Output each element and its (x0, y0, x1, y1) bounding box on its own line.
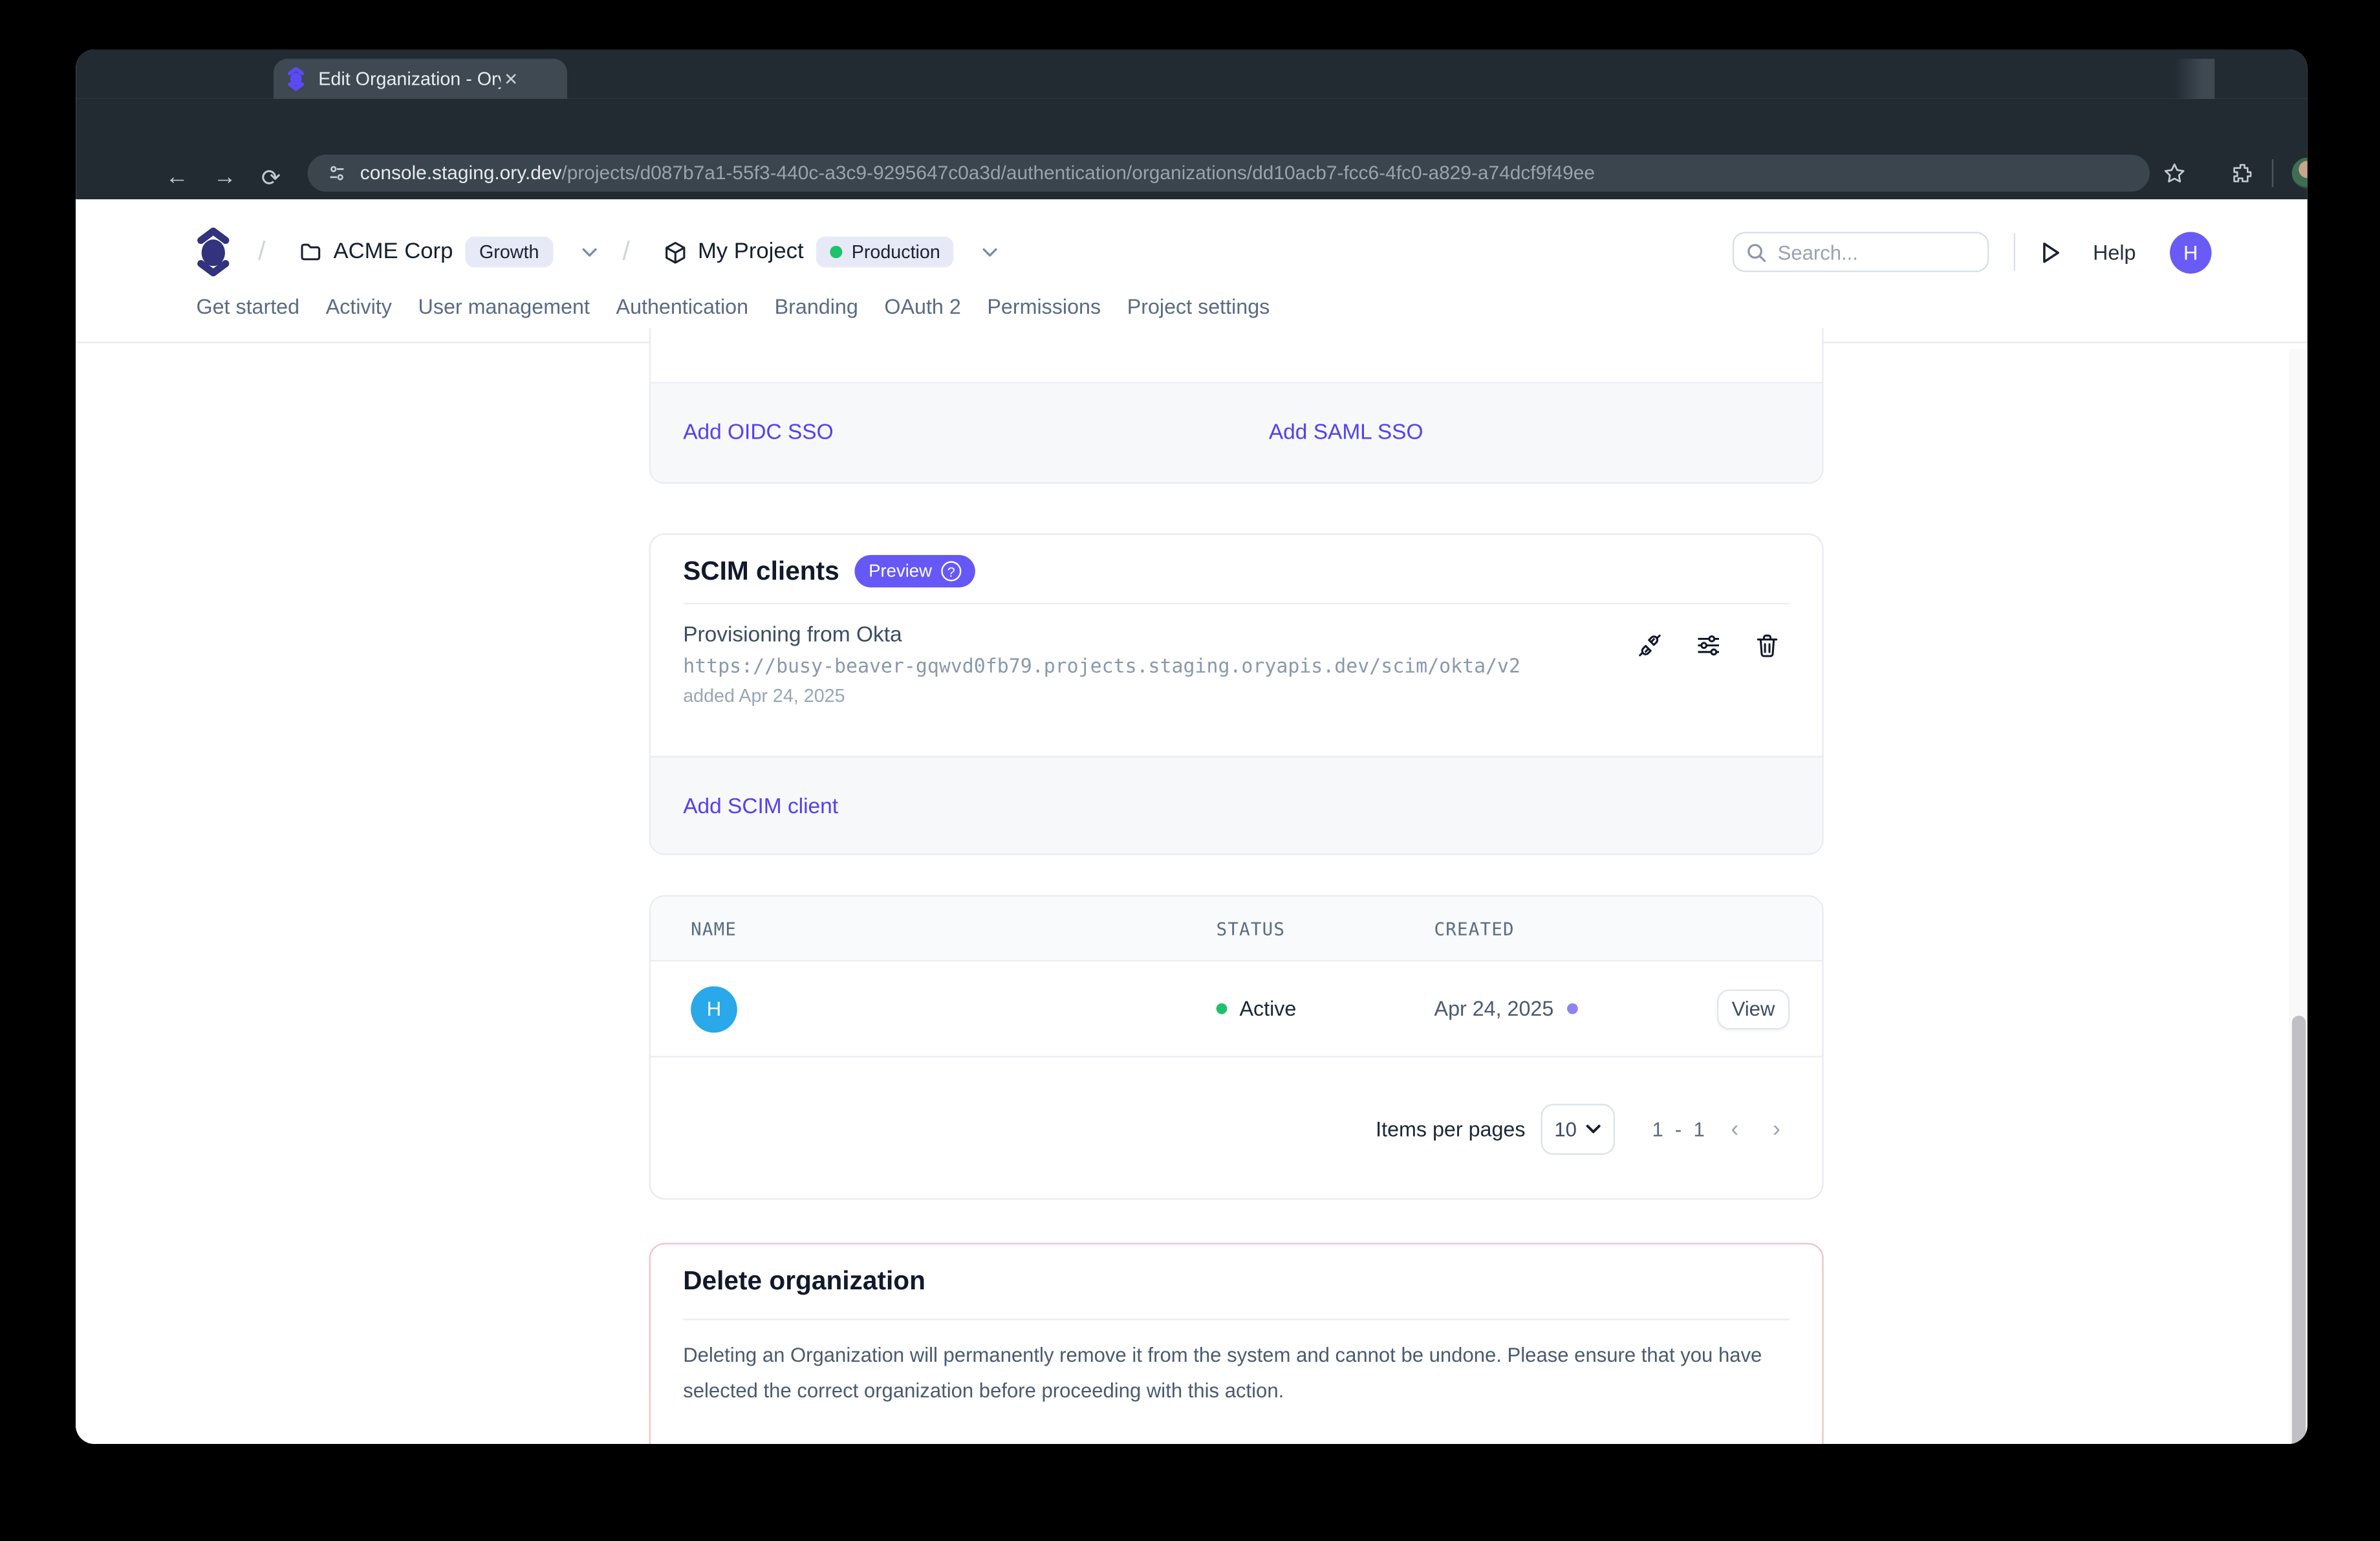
nav-permissions[interactable]: Permissions (987, 295, 1101, 318)
ory-console-app: / ACME Corp Growth / (76, 199, 2308, 1444)
chevron-down-icon (1586, 1123, 1601, 1134)
previous-page-icon[interactable]: ‹ (1714, 1115, 1756, 1142)
workspace-switcher[interactable]: ACME Corp Growth (299, 237, 598, 268)
add-oidc-sso-link[interactable]: Add OIDC SSO (683, 419, 833, 444)
extensions-icon[interactable] (2230, 161, 2255, 186)
pagination: Items per pages 10 1 - 1 ‹ › (651, 1057, 1822, 1199)
browser-tab[interactable]: Edit Organization - Ory Console ✕ (274, 59, 567, 99)
breadcrumb-separator: / (258, 237, 265, 268)
delete-organization-description: Deleting an Organization will permanentl… (651, 1320, 1822, 1408)
nav-user-management[interactable]: User management (418, 295, 590, 318)
scim-client-row: Provisioning from Okta https://busy-beav… (651, 604, 1822, 706)
trash-icon[interactable] (1754, 632, 1780, 659)
scrollbar-track[interactable] (2289, 349, 2308, 1444)
organization-table-card: NAME STATUS CREATED H Active Apr 24, 202… (649, 895, 1824, 1200)
toolbar-divider (2272, 159, 2273, 187)
environment-badge: Production (816, 237, 955, 268)
nav-oauth2[interactable]: OAuth 2 (884, 295, 960, 318)
reload-icon[interactable]: ⟳ (261, 163, 281, 191)
scim-card-footer: Add SCIM client (651, 756, 1822, 854)
browser-profile-avatar[interactable] (2292, 158, 2308, 189)
sso-card: Add OIDC SSO Add SAML SSO (649, 328, 1824, 484)
scrollbar-thumb[interactable] (2291, 1016, 2306, 1444)
environment-status-dot (830, 246, 842, 258)
tab-title: Edit Organization - Ory Console (318, 68, 501, 89)
forward-icon[interactable]: → (213, 163, 237, 190)
scim-client-added-date: added Apr 24, 2025 (683, 685, 1790, 706)
project-nav: Get started Activity User management Aut… (196, 295, 1270, 318)
column-name: NAME (691, 917, 1216, 939)
items-per-page-label: Items per pages (1376, 1117, 1525, 1140)
search-icon (1747, 242, 1767, 262)
tab-title-fade (2174, 59, 2214, 99)
workspace-plan-badge: Growth (465, 237, 552, 268)
url-path: /projects/d087b7a1-55f3-440c-a3c9-929564… (561, 162, 1595, 184)
add-scim-client-link[interactable]: Add SCIM client (683, 793, 838, 818)
preview-badge: Preview ? (855, 555, 975, 587)
workspace-name: ACME Corp (334, 239, 453, 264)
ory-logo[interactable] (193, 227, 233, 276)
header-divider (2014, 234, 2015, 270)
site-info-icon[interactable] (326, 162, 347, 184)
search-box (1733, 232, 1989, 272)
info-icon[interactable]: ? (941, 561, 961, 581)
chevron-down-icon (982, 246, 999, 257)
screen: Edit Organization - Ory Console ✕ + ⌄ ← … (0, 0, 2380, 1541)
nav-branding[interactable]: Branding (775, 295, 858, 318)
test-connection-icon[interactable] (1637, 632, 1663, 659)
view-button[interactable]: View (1717, 989, 1790, 1029)
project-switcher[interactable]: My Project Production (664, 237, 999, 268)
table-row[interactable]: H Active Apr 24, 2025 View (651, 961, 1822, 1057)
sso-card-footer: Add OIDC SSO Add SAML SSO (651, 382, 1822, 482)
help-link[interactable]: Help (2093, 241, 2136, 264)
status-dot (1217, 1003, 1228, 1014)
table-header: NAME STATUS CREATED (651, 897, 1822, 961)
scim-client-url: https://busy-beaver-gqwvd0fb79.projects.… (683, 654, 1790, 677)
scim-clients-title: SCIM clients (683, 556, 839, 587)
back-icon[interactable]: ← (166, 163, 189, 190)
configure-sliders-icon[interactable] (1695, 632, 1722, 659)
browser-window: Edit Organization - Ory Console ✕ + ⌄ ← … (76, 49, 2308, 1443)
delete-organization-title: Delete organization (651, 1245, 1822, 1297)
url-host: console.staging.ory.dev (360, 162, 562, 184)
column-created: CREATED (1434, 917, 1823, 939)
nav-get-started[interactable]: Get started (196, 295, 299, 318)
folder-icon (299, 243, 321, 261)
nav-activity[interactable]: Activity (326, 295, 392, 318)
next-page-icon[interactable]: › (1756, 1115, 1798, 1142)
page-range: 1 - 1 (1652, 1117, 1707, 1140)
app-header: / ACME Corp Growth / (76, 199, 2308, 343)
breadcrumb-separator: / (622, 237, 629, 268)
package-icon (664, 241, 685, 264)
created-date: Apr 24, 2025 (1434, 997, 1554, 1020)
scim-client-name: Provisioning from Okta (683, 622, 1790, 646)
user-avatar[interactable]: H (2170, 231, 2212, 273)
play-icon[interactable] (2040, 241, 2062, 264)
created-indicator-dot (1568, 1003, 1579, 1014)
status-text: Active (1239, 997, 1296, 1020)
bookmark-star-icon[interactable] (2162, 161, 2187, 186)
items-per-page-select[interactable]: 10 (1541, 1103, 1615, 1154)
browser-toolbar: ← → ⟳ console.staging.ory.dev/projects/d… (76, 99, 2308, 199)
search-input[interactable] (1733, 232, 1989, 272)
address-bar[interactable]: console.staging.ory.dev/projects/d087b7a… (308, 155, 2150, 191)
row-avatar: H (691, 985, 737, 1032)
delete-organization-card: Delete organization Deleting an Organiza… (649, 1243, 1824, 1444)
chevron-down-icon (581, 246, 598, 257)
add-saml-sso-link[interactable]: Add SAML SSO (1269, 419, 1423, 444)
column-status: STATUS (1217, 917, 1434, 939)
nav-authentication[interactable]: Authentication (616, 295, 748, 318)
project-name: My Project (698, 239, 804, 264)
close-tab-icon[interactable]: ✕ (504, 69, 518, 89)
nav-project-settings[interactable]: Project settings (1127, 295, 1270, 318)
scim-clients-card: SCIM clients Preview ? Provisioning from… (649, 533, 1824, 855)
page-content: Add OIDC SSO Add SAML SSO SCIM clients P… (76, 343, 2308, 1443)
ory-favicon (286, 67, 306, 91)
